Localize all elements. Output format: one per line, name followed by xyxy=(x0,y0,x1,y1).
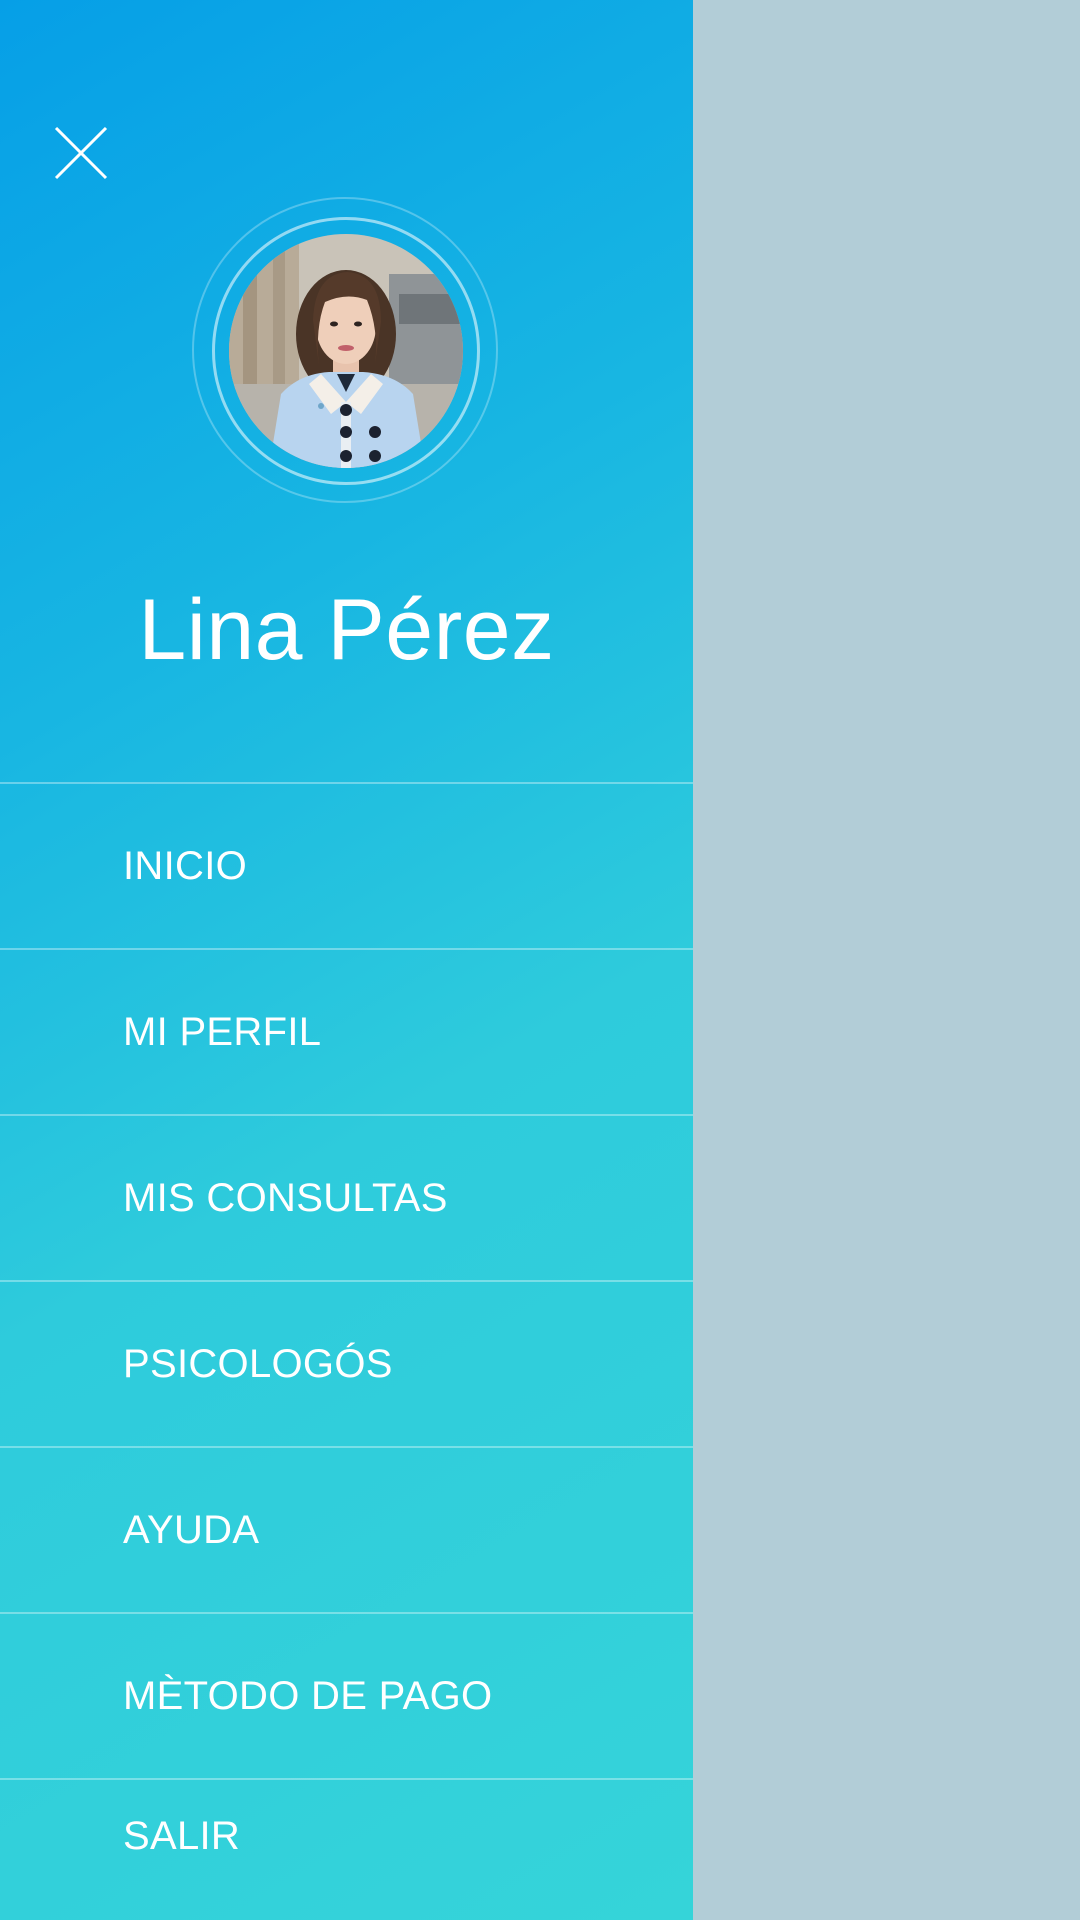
close-button[interactable] xyxy=(52,124,110,182)
menu-item-inicio[interactable]: INICIO xyxy=(0,782,693,948)
drawer-menu: INICIO MI PERFIL MIS CONSULTAS PSICOLOGÓ… xyxy=(0,782,693,1898)
close-icon xyxy=(54,126,108,180)
menu-item-mis-consultas[interactable]: MIS CONSULTAS xyxy=(0,1114,693,1280)
navigation-drawer: Lina Pérez INICIO MI PERFIL MIS CONSULTA… xyxy=(0,0,693,1920)
menu-item-mi-perfil[interactable]: MI PERFIL xyxy=(0,948,693,1114)
avatar[interactable] xyxy=(229,234,463,468)
background-overlay[interactable] xyxy=(693,0,1080,1920)
user-name: Lina Pérez xyxy=(138,582,555,678)
menu-item-ayuda[interactable]: AYUDA xyxy=(0,1446,693,1612)
menu-item-psicologos[interactable]: PSICOLOGÓS xyxy=(0,1280,693,1446)
menu-item-metodo-de-pago[interactable]: MÈTODO DE PAGO xyxy=(0,1612,693,1778)
profile-photo xyxy=(229,234,463,468)
menu-item-salir[interactable]: SALIR xyxy=(0,1778,693,1898)
